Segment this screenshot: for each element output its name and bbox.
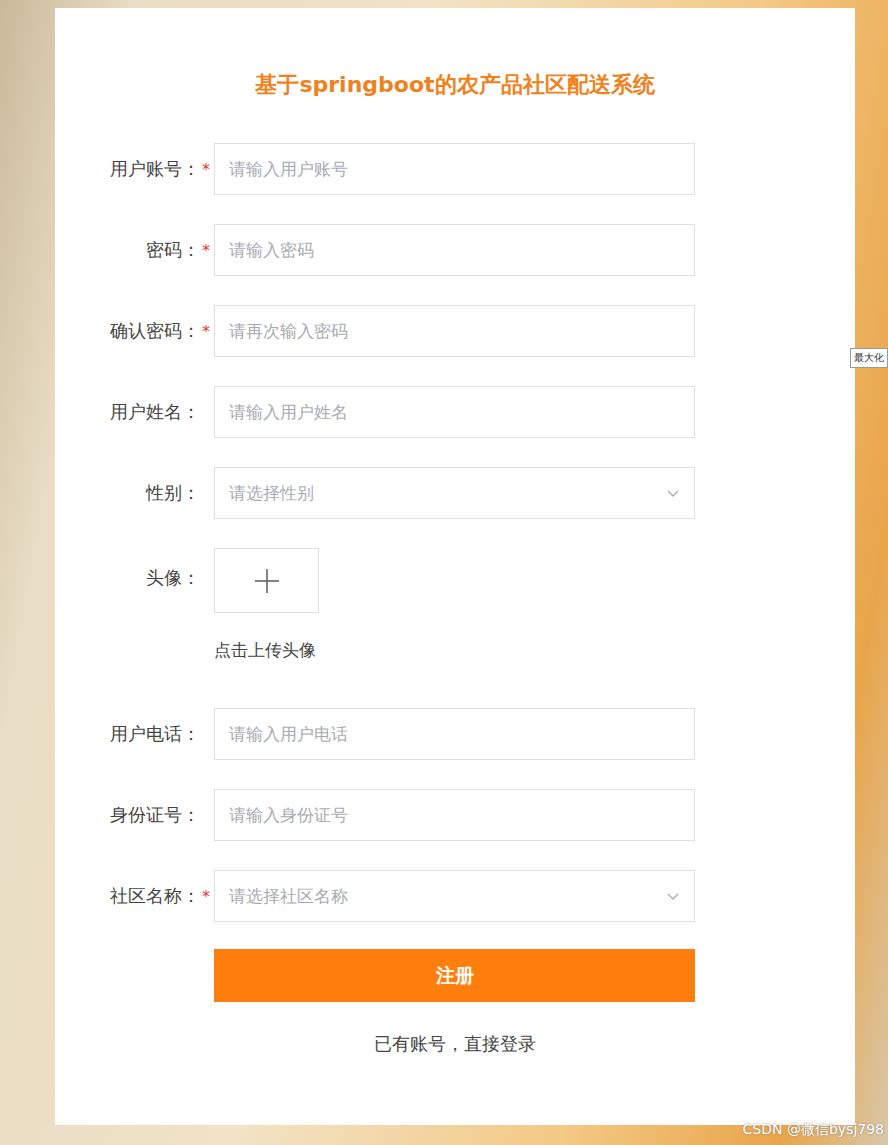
field-label: 身份证号：*	[55, 803, 214, 827]
label-text: 社区名称：	[110, 884, 200, 908]
form-row: 密码：*	[55, 224, 695, 276]
text-input[interactable]	[214, 143, 695, 195]
form-row: 用户账号：*	[55, 143, 695, 195]
field-label: 用户账号：*	[55, 157, 214, 181]
field-label: 用户姓名：*	[55, 400, 214, 424]
form-row: 社区名称：* 请选择社区名称	[55, 870, 695, 922]
form-row: 用户姓名：*	[55, 386, 695, 438]
label-text: 用户电话：	[110, 722, 200, 746]
tooltip: 最大化	[850, 348, 888, 368]
register-button[interactable]: 注册	[214, 949, 695, 1002]
label-text: 头像：	[146, 566, 200, 590]
label-text: 确认密码：	[110, 319, 200, 343]
label-text: 性别：	[146, 481, 200, 505]
text-input[interactable]	[214, 224, 695, 276]
avatar-upload[interactable]	[214, 548, 319, 613]
field-label: 社区名称：*	[55, 884, 214, 908]
field-label: 密码：*	[55, 238, 214, 262]
form-row: 用户电话：*	[55, 708, 695, 760]
form-row: 性别：* 请选择性别	[55, 467, 695, 519]
select-field[interactable]: 请选择社区名称	[214, 870, 695, 922]
login-link[interactable]: 已有账号，直接登录	[214, 1032, 695, 1056]
text-input[interactable]	[214, 708, 695, 760]
upload-hint: 点击上传头像	[214, 639, 695, 662]
watermark: CSDN @微信bysj798	[743, 1121, 884, 1139]
label-text: 用户账号：	[110, 157, 200, 181]
required-mark: *	[202, 887, 210, 906]
label-text: 身份证号：	[110, 803, 200, 827]
required-mark: *	[202, 322, 210, 341]
register-form: 用户账号：*密码：*确认密码：*用户姓名：*性别：*请选择性别头像：*点击上传头…	[55, 143, 695, 922]
text-input[interactable]	[214, 305, 695, 357]
field-label: 确认密码：*	[55, 319, 214, 343]
field-label: 头像：*	[55, 548, 214, 590]
text-input[interactable]	[214, 789, 695, 841]
chevron-down-icon	[666, 889, 680, 903]
chevron-down-icon	[666, 486, 680, 500]
select-placeholder: 请选择性别	[229, 482, 314, 505]
text-input[interactable]	[214, 386, 695, 438]
required-mark: *	[202, 241, 210, 260]
register-card: 基于springboot的农产品社区配送系统用户账号：*密码：*确认密码：*用户…	[55, 8, 855, 1125]
select-placeholder: 请选择社区名称	[229, 885, 348, 908]
label-text: 密码：	[146, 238, 200, 262]
page-title: 基于springboot的农产品社区配送系统	[55, 70, 855, 100]
field-label: 用户电话：*	[55, 722, 214, 746]
field-label: 性别：*	[55, 481, 214, 505]
required-mark: *	[202, 160, 210, 179]
form-row: 头像：* 点击上传头像	[55, 548, 695, 679]
upload-area: 点击上传头像	[214, 548, 695, 679]
form-row: 确认密码：*	[55, 305, 695, 357]
form-row: 身份证号：*	[55, 789, 695, 841]
select-field[interactable]: 请选择性别	[214, 467, 695, 519]
plus-icon	[254, 568, 280, 594]
label-text: 用户姓名：	[110, 400, 200, 424]
